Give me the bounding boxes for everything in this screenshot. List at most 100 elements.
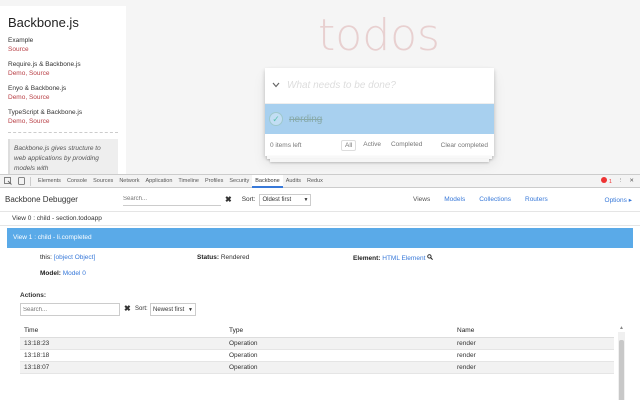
filter-all[interactable]: All bbox=[341, 139, 357, 151]
more-options-icon[interactable]: ⋮ bbox=[618, 178, 624, 184]
tab-application[interactable]: Application bbox=[142, 175, 175, 188]
devtools-panel: Elements Console Sources Network Applica… bbox=[0, 174, 640, 400]
actions-search-input[interactable] bbox=[20, 303, 120, 316]
this-value-link[interactable]: [object Object] bbox=[54, 254, 96, 261]
actions-sort-label: Sort: bbox=[135, 306, 148, 312]
cell-type: Operation bbox=[225, 337, 453, 350]
cell-time: 13:18:18 bbox=[20, 349, 225, 362]
element-value-link[interactable]: HTML Element bbox=[382, 255, 425, 262]
cell-type: Operation bbox=[225, 349, 453, 362]
clear-completed-button[interactable]: Clear completed bbox=[441, 142, 488, 149]
tab-backbone[interactable]: Backbone bbox=[252, 174, 283, 188]
device-toolbar-icon[interactable] bbox=[16, 176, 26, 186]
filter-completed[interactable]: Completed bbox=[388, 140, 425, 151]
todos-heading: todos bbox=[318, 10, 440, 61]
view-list-item[interactable]: View 0 : child - section.todoapp bbox=[0, 212, 640, 226]
sidebar-divider bbox=[8, 132, 118, 133]
new-todo-input[interactable] bbox=[287, 80, 477, 91]
column-header-name[interactable]: Name bbox=[453, 325, 614, 338]
debugger-title: Backbone Debugger bbox=[5, 195, 78, 204]
page-viewport: Backbone.js Example Source Require.js & … bbox=[0, 0, 640, 174]
tab-models[interactable]: Models bbox=[437, 196, 472, 203]
cell-name: render bbox=[453, 349, 614, 362]
close-icon[interactable]: ✕ bbox=[629, 178, 634, 184]
view-detail-panel: this: [object Object] Status: Rendered E… bbox=[0, 250, 640, 400]
framework-links[interactable]: Source bbox=[8, 45, 118, 54]
chevron-down-icon[interactable] bbox=[265, 80, 287, 91]
devtools-tabbar: Elements Console Sources Network Applica… bbox=[0, 174, 640, 188]
status-value: Rendered bbox=[220, 254, 250, 261]
caret-down-icon: ▼ bbox=[303, 196, 309, 203]
framework-item: Enyo & Backbone.js Demo, Source bbox=[8, 84, 118, 102]
caret-down-icon: ▼ bbox=[188, 306, 193, 313]
actions-label: Actions: bbox=[20, 292, 46, 299]
devtools-right-controls: 1 ⋮ ✕ bbox=[601, 177, 634, 185]
filter-active[interactable]: Active bbox=[360, 140, 384, 151]
todo-app: ✓ nerding 0 items left All Active Comple… bbox=[265, 68, 494, 156]
tab-security[interactable]: Security bbox=[226, 175, 252, 188]
clear-search-icon[interactable]: ✖ bbox=[225, 195, 232, 204]
tab-sources[interactable]: Sources bbox=[90, 175, 116, 188]
scroll-up-arrow-icon[interactable]: ▲ bbox=[618, 325, 625, 332]
inspect-element-icon[interactable] bbox=[3, 176, 13, 186]
framework-item: Example Source bbox=[8, 36, 118, 54]
actions-sort-value: Newest first bbox=[153, 306, 185, 313]
tab-profiles[interactable]: Profiles bbox=[202, 175, 226, 188]
error-indicator[interactable]: 1 bbox=[601, 177, 612, 185]
framework-links[interactable]: Demo, Source bbox=[8, 69, 118, 78]
items-left-count: 0 items left bbox=[270, 141, 302, 149]
element-attribute: Element: HTML Element bbox=[353, 254, 434, 262]
framework-name: Example bbox=[8, 37, 34, 44]
tab-elements[interactable]: Elements bbox=[35, 175, 64, 188]
tab-collections[interactable]: Collections bbox=[472, 196, 518, 203]
error-icon bbox=[601, 177, 608, 183]
framework-name: Require.js & Backbone.js bbox=[8, 61, 81, 68]
scrollbar-thumb[interactable] bbox=[619, 340, 624, 400]
cell-name: render bbox=[453, 361, 614, 374]
framework-links[interactable]: Demo, Source bbox=[8, 117, 118, 126]
table-row[interactable]: 13:18:18 Operation render bbox=[20, 349, 614, 362]
tab-network[interactable]: Network bbox=[116, 175, 142, 188]
model-attribute-line: Model: Model 0 bbox=[20, 266, 640, 282]
sort-label: Sort: bbox=[241, 196, 256, 203]
backbone-toolbar: Backbone Debugger ✖ Sort: Oldest first ▼… bbox=[0, 188, 640, 212]
todo-item-label[interactable]: nerding bbox=[289, 114, 322, 125]
this-label: this: bbox=[40, 254, 52, 261]
tab-views[interactable]: Views bbox=[406, 196, 437, 203]
tab-audits[interactable]: Audits bbox=[283, 175, 304, 188]
tab-console[interactable]: Console bbox=[64, 175, 90, 188]
todo-item[interactable]: ✓ nerding bbox=[265, 104, 494, 134]
table-row[interactable]: 13:18:07 Operation render bbox=[20, 361, 614, 374]
clear-actions-search-icon[interactable]: ✖ bbox=[124, 304, 131, 313]
views-search-input[interactable] bbox=[123, 193, 221, 206]
sidebar-quote: Backbone.js gives structure to web appli… bbox=[8, 139, 118, 174]
framework-name: TypeScript & Backbone.js bbox=[8, 109, 83, 116]
debugger-tabs: Views Models Collections Routers bbox=[406, 188, 555, 212]
options-button[interactable]: Options ▸ bbox=[605, 196, 632, 204]
sidebar-title: Backbone.js bbox=[8, 15, 79, 30]
cell-time: 13:18:23 bbox=[20, 337, 225, 350]
todo-footer: 0 items left All Active Completed Clear … bbox=[265, 134, 494, 156]
todo-filters: All Active Completed bbox=[341, 139, 425, 151]
this-attribute: this: [object Object] bbox=[40, 254, 95, 261]
framework-name: Enyo & Backbone.js bbox=[8, 85, 67, 92]
view-list-item-selected[interactable]: View 1 : child - li.completed bbox=[7, 228, 633, 248]
table-row[interactable]: 13:18:23 Operation render bbox=[20, 337, 614, 350]
actions-scrollbar[interactable] bbox=[618, 332, 625, 400]
cell-name: render bbox=[453, 337, 614, 350]
learn-sidebar: Backbone.js Example Source Require.js & … bbox=[0, 6, 126, 174]
tab-timeline[interactable]: Timeline bbox=[175, 175, 202, 188]
framework-links[interactable]: Demo, Source bbox=[8, 93, 118, 102]
sort-select[interactable]: Oldest first ▼ bbox=[259, 193, 312, 206]
column-header-type[interactable]: Type bbox=[225, 325, 453, 338]
sort-select-value: Oldest first bbox=[262, 196, 292, 203]
column-header-time[interactable]: Time bbox=[20, 325, 225, 338]
model-value-link[interactable]: Model 0 bbox=[63, 270, 86, 277]
search-icon[interactable] bbox=[427, 254, 434, 262]
actions-sort-select[interactable]: Newest first ▼ bbox=[150, 303, 196, 316]
framework-item: Require.js & Backbone.js Demo, Source bbox=[8, 60, 118, 78]
tab-redux[interactable]: Redux bbox=[304, 175, 326, 188]
table-header-row: Time Type Name bbox=[20, 325, 614, 338]
tab-routers[interactable]: Routers bbox=[518, 196, 555, 203]
checkmark-icon[interactable]: ✓ bbox=[269, 112, 283, 126]
